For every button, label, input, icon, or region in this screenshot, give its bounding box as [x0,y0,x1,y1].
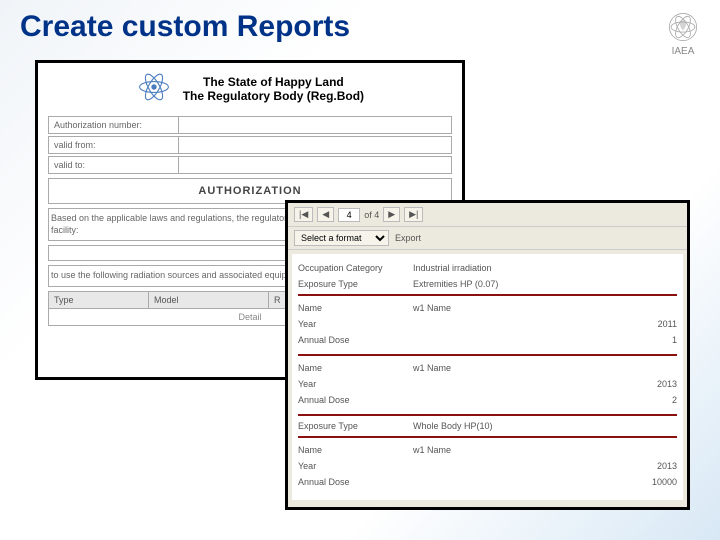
rec3-name-label: Name [298,445,413,455]
kv-exposure-type-1: Exposure Type Extremities HP (0.07) [298,276,677,292]
kv-exposure-type-2: Exposure Type Whole Body HP(10) [298,418,677,434]
rec2-dose-value: 2 [617,395,677,405]
pager-page-input[interactable] [338,208,360,222]
section-divider [298,294,677,296]
rec3-name-value: w1 Name [413,445,677,455]
rec1-name-value: w1 Name [413,303,677,313]
col-type: Type [49,292,149,308]
rec3-year-label: Year [298,461,413,471]
iaea-label: IAEA [666,46,700,57]
iaea-logo-icon [666,10,700,44]
rec1-year-value: 2011 [617,319,677,329]
exposure-type-value-2: Whole Body HP(10) [413,421,677,431]
doc1-header: The State of Happy Land The Regulatory B… [48,69,452,108]
rec2-dose-label: Annual Dose [298,395,413,405]
exposure-type-label-2: Exposure Type [298,421,413,431]
rec1-year-label: Year [298,319,413,329]
doc1-org-line2: The Regulatory Body (Reg.Bod) [183,89,364,103]
row-valid-to: valid to: [48,156,452,174]
pager-first-button[interactable]: |◀ [294,207,313,222]
report-pager-toolbar: |◀ ◀ of 4 ▶ ▶| [288,203,687,227]
page-title: Create custom Reports [20,10,350,44]
rec3-dose-label: Annual Dose [298,477,413,487]
rec2-name-label: Name [298,363,413,373]
occupation-category-label: Occupation Category [298,263,413,273]
label-valid-from: valid from: [49,137,179,153]
pager-prev-button[interactable]: ◀ [317,207,334,222]
kv-occupation-category: Occupation Category Industrial irradiati… [298,260,677,276]
slide-header: Create custom Reports IAEA [0,0,720,63]
pager-of-label: of 4 [364,210,379,220]
iaea-badge: IAEA [666,10,700,57]
exposure-type-value-1: Extremities HP (0.07) [413,279,677,289]
export-link[interactable]: Export [395,233,421,243]
record-2: Namew1 Name Year 2013 Annual Dose 2 [298,358,677,412]
export-format-select[interactable]: Select a format [294,230,389,246]
rec2-year-label: Year [298,379,413,389]
rec1-dose-label: Annual Dose [298,335,413,345]
pager-next-button[interactable]: ▶ [383,207,400,222]
rec2-year-value: 2013 [617,379,677,389]
exposure-type-label-1: Exposure Type [298,279,413,289]
doc1-org-line1: The State of Happy Land [183,75,364,89]
rec1-dose-value: 1 [617,335,677,345]
label-valid-to: valid to: [49,157,179,173]
report-export-toolbar: Select a format Export [288,227,687,250]
atom-icon [136,69,172,105]
record-1: Namew1 Name Year 2011 Annual Dose 1 [298,298,677,352]
rec1-name-label: Name [298,303,413,313]
report-viewer-doc: |◀ ◀ of 4 ▶ ▶| Select a format Export Oc… [285,200,690,510]
record-3: Namew1 Name Year 2013 Annual Dose 10000 [298,440,677,494]
label-auth-number: Authorization number: [49,117,179,133]
record-divider [298,354,677,356]
occupation-category-value: Industrial irradiation [413,263,677,273]
pager-last-button[interactable]: ▶| [404,207,423,222]
row-valid-from: valid from: [48,136,452,154]
value-auth-number [179,117,451,133]
section-divider [298,414,677,416]
value-valid-to [179,157,451,173]
rec3-year-value: 2013 [617,461,677,471]
row-auth-number: Authorization number: [48,116,452,134]
rec2-name-value: w1 Name [413,363,677,373]
rec3-dose-value: 10000 [617,477,677,487]
section-divider [298,436,677,438]
col-model: Model [149,292,269,308]
value-valid-from [179,137,451,153]
report-body: Occupation Category Industrial irradiati… [292,254,683,500]
